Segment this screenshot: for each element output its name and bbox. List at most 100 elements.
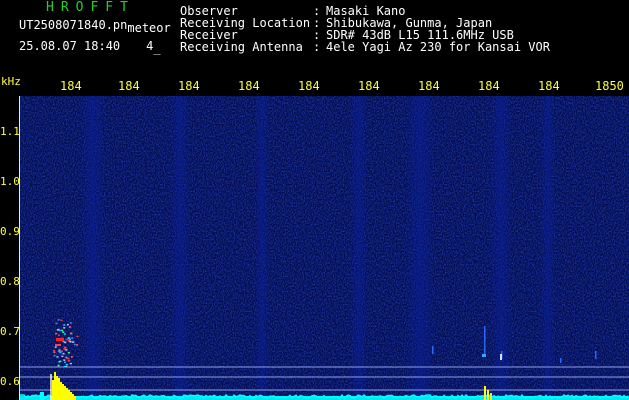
x-tick: 184: [358, 79, 380, 93]
echo-pixel: [64, 341, 67, 344]
echo-pixel: [61, 329, 64, 332]
echo-pixel: [58, 361, 61, 363]
echo-pixel: [53, 351, 56, 354]
column-stripe: [405, 96, 435, 400]
x-tick: 1850: [595, 79, 624, 93]
echo-pixel: [60, 319, 63, 321]
echo-pixel: [69, 322, 72, 324]
echo-core: [55, 344, 61, 346]
echo-pixel: [63, 348, 66, 350]
y-tick: 0.6: [0, 375, 20, 388]
spectrogram-canvas: [20, 96, 629, 400]
echo-pixel: [65, 356, 68, 359]
burst-bar: [40, 392, 44, 400]
burst-bar: [52, 380, 54, 400]
info-separator: :: [313, 40, 321, 54]
echo-pixel: [72, 340, 75, 343]
x-tick: 184: [298, 79, 320, 93]
echo-pixel: [69, 362, 72, 365]
x-tick: 184: [118, 79, 140, 93]
echo-pixel: [66, 323, 69, 326]
burst-bar: [487, 390, 489, 400]
burst-bar: [50, 374, 52, 400]
x-tick: 184: [178, 79, 200, 93]
echo-pixel: [67, 339, 70, 341]
echo-pixel: [63, 324, 66, 326]
hrofft-logo: HROFFT: [46, 0, 135, 15]
echo-pixel: [76, 344, 79, 346]
echo-pixel: [62, 352, 65, 355]
column-stripe: [255, 96, 269, 400]
station-info-separators: ::::: [313, 5, 320, 53]
burst-bar: [60, 382, 62, 400]
file-name-main: UT2508071840.pn: [19, 18, 128, 32]
echo-pixel: [54, 346, 57, 348]
column-stripe: [170, 96, 190, 400]
noise-floor-band: [20, 396, 629, 400]
burst-bar: [490, 393, 492, 400]
echo-pixel: [57, 350, 60, 353]
echo-pixel: [56, 356, 59, 358]
echo-dot: [500, 354, 502, 360]
echo-pixel: [69, 341, 72, 343]
echo-pixel: [67, 352, 70, 354]
echo-pixel: [73, 343, 76, 346]
echo-pixel: [53, 354, 56, 357]
station-info-labels: Observer Receiving Location Receiver Receiv…: [180, 5, 310, 53]
datetime-text: 25.08.07 18:40: [19, 39, 121, 53]
y-tick: 1.1: [0, 125, 20, 138]
echo-pixel: [65, 349, 68, 351]
echo-pixel: [64, 346, 67, 349]
column-stripe: [350, 96, 368, 400]
echo-pixel: [76, 335, 79, 338]
burst-bar: [64, 386, 66, 400]
echo-pixel: [53, 350, 56, 352]
y-tick: 1.0: [0, 175, 20, 188]
hrofft-spectrogram-window: HROFFT UT2508071840.pnmeteor 25.08.07 18…: [0, 0, 629, 400]
time-axis: 184 184 184 184 184 184 184 184 184 1850: [0, 78, 629, 95]
echo-pixel: [67, 359, 70, 362]
file-name: UT2508071840.pnmeteor: [19, 18, 171, 34]
column-stripe: [540, 96, 556, 400]
info-label-antenna: Receiving Antenna: [180, 40, 303, 54]
burst-bar: [58, 378, 60, 400]
echo-pixel: [63, 327, 66, 329]
burst-bar: [56, 376, 58, 400]
echo-pixel: [63, 333, 66, 335]
y-tick: 0.9: [0, 225, 20, 238]
echo-pixel: [70, 332, 72, 335]
x-tick: 184: [538, 79, 560, 93]
burst-bar: [66, 388, 68, 400]
echo-pixel: [58, 334, 60, 337]
echo-pixel: [55, 322, 58, 325]
echo-streak: [560, 358, 562, 363]
echo-pixel: [55, 332, 58, 335]
echo-dot: [482, 354, 486, 357]
echo-pixel: [63, 365, 66, 368]
echo-pixel: [71, 337, 74, 339]
info-value-antenna: 4ele Yagi Az 230 for Kansai VOR: [326, 40, 550, 54]
x-tick: 184: [60, 79, 82, 93]
burst-bar: [68, 390, 70, 400]
observation-datetime: 25.08.07 18:40 4_: [19, 39, 161, 55]
echo-streak: [432, 346, 434, 354]
x-tick: 184: [478, 79, 500, 93]
station-info-values: Masaki Kano Shibukawa, Gunma, Japan SDR# 4…: [326, 5, 550, 53]
burst-bar: [72, 394, 74, 400]
column-stripe: [80, 96, 106, 400]
echo-pixel: [64, 361, 66, 363]
burst-bar: [74, 396, 76, 400]
burst-bar: [62, 384, 64, 400]
file-name-suffix: meteor: [127, 21, 171, 35]
echo-pixel: [67, 337, 70, 339]
echo-pixel: [63, 359, 66, 361]
x-tick: 184: [238, 79, 260, 93]
burst-bar: [70, 392, 72, 400]
x-tick: 184: [418, 79, 440, 93]
echo-pixel: [58, 349, 61, 351]
echo-pixel: [67, 357, 70, 360]
burst-bar: [54, 372, 56, 400]
echo-pixel: [61, 355, 64, 358]
y-tick: 0.8: [0, 275, 20, 288]
echo-core: [56, 338, 64, 341]
